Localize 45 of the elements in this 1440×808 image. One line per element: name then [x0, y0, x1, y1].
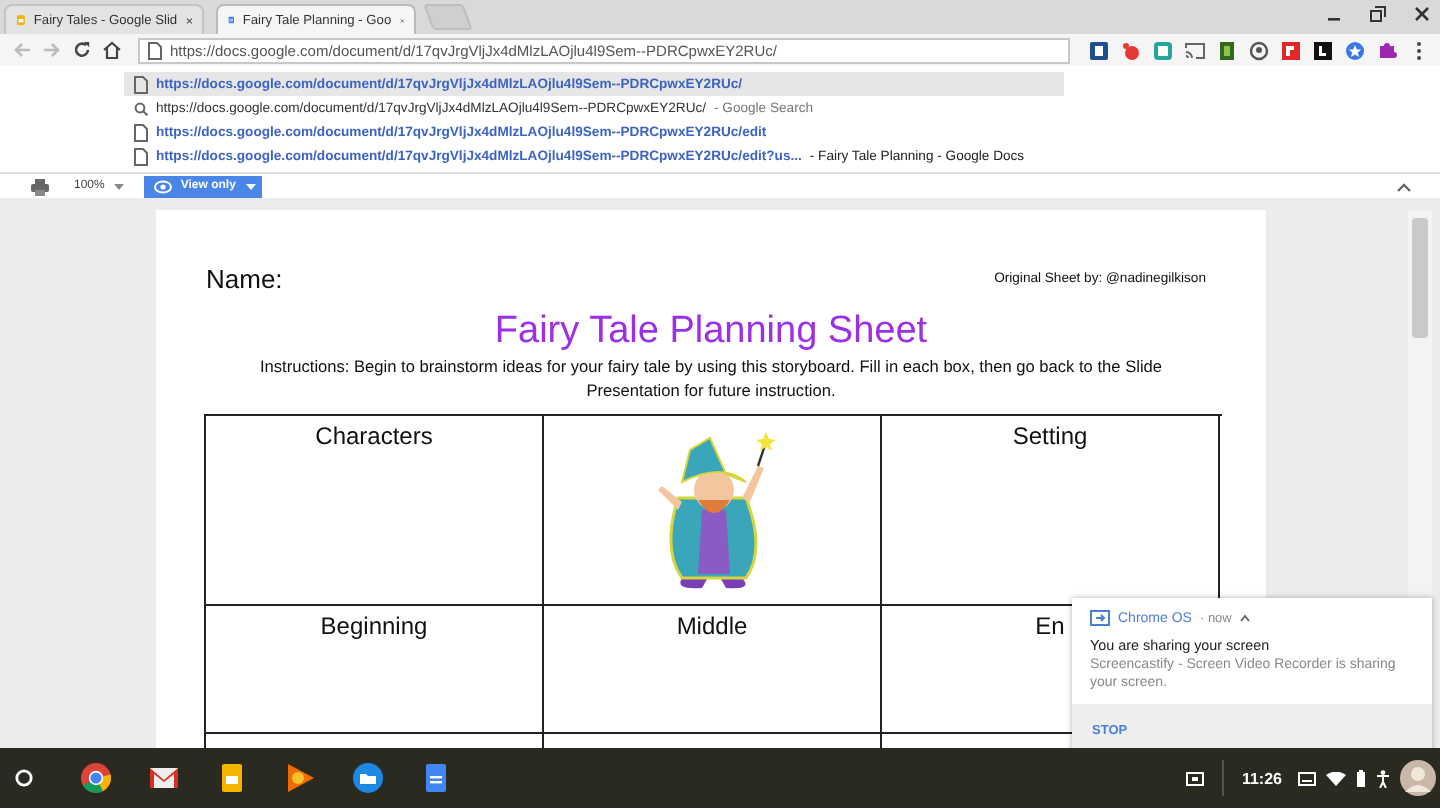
cell-heading: Characters: [315, 422, 433, 450]
folder-icon[interactable]: [352, 762, 384, 794]
battery-icon: [1356, 769, 1366, 787]
chevron-up-icon[interactable]: [1239, 614, 1250, 622]
app-icon[interactable]: [1312, 39, 1334, 61]
scrollbar-thumb[interactable]: [1412, 218, 1428, 338]
cell-heading: Middle: [676, 612, 748, 640]
wifi-icon: [1326, 771, 1346, 785]
accessibility-icon: [1376, 769, 1390, 787]
home-icon[interactable]: [102, 40, 122, 60]
play-icon[interactable]: [284, 762, 316, 794]
app-icon[interactable]: [1088, 39, 1110, 61]
screen-share-icon: [1185, 771, 1204, 785]
sheet-title: Fairy Tale Planning Sheet: [492, 310, 930, 354]
caret-icon: [114, 183, 125, 189]
keyboard-icon: [1298, 771, 1316, 785]
cell-heading: En: [1035, 612, 1065, 640]
circle-icon[interactable]: [1248, 39, 1270, 61]
cast-icon[interactable]: [1184, 39, 1206, 61]
docs-icon[interactable]: [420, 762, 452, 794]
caret-icon: [246, 183, 257, 189]
search-icon: [134, 101, 148, 115]
mail-icon[interactable]: [148, 762, 180, 794]
avatar-icon: [1400, 760, 1436, 796]
name-label: Name:: [206, 264, 283, 294]
print-icon[interactable]: [30, 177, 50, 195]
restore-icon[interactable]: [1368, 3, 1388, 23]
screen-share-icon: [1090, 610, 1110, 626]
slides-icon: [16, 10, 26, 30]
slides-icon[interactable]: [216, 762, 248, 794]
puzzle-icon[interactable]: [1376, 39, 1398, 61]
close-icon[interactable]: [185, 13, 192, 27]
cell-heading: Setting: [1012, 422, 1088, 450]
app-icon[interactable]: [1216, 39, 1238, 61]
status-tray[interactable]: 11:26: [1185, 760, 1440, 796]
close-icon[interactable]: [1412, 3, 1432, 23]
chevron-up-icon[interactable]: [1396, 181, 1412, 191]
reload-icon[interactable]: [72, 40, 92, 60]
cell-heading: Beginning: [320, 612, 428, 640]
instructions-text: Instructions: Begin to brainstorm ideas for your fairy tale by using this storyboard. Fill in each box, then go back to the Slide Presentation for future instruction.: [257, 354, 1165, 402]
eye-icon: [154, 179, 173, 193]
browser-icon[interactable]: [80, 762, 112, 794]
star-icon[interactable]: [1344, 39, 1366, 61]
launcher-icon[interactable]: [14, 768, 34, 788]
blob-icon[interactable]: [1120, 39, 1142, 61]
